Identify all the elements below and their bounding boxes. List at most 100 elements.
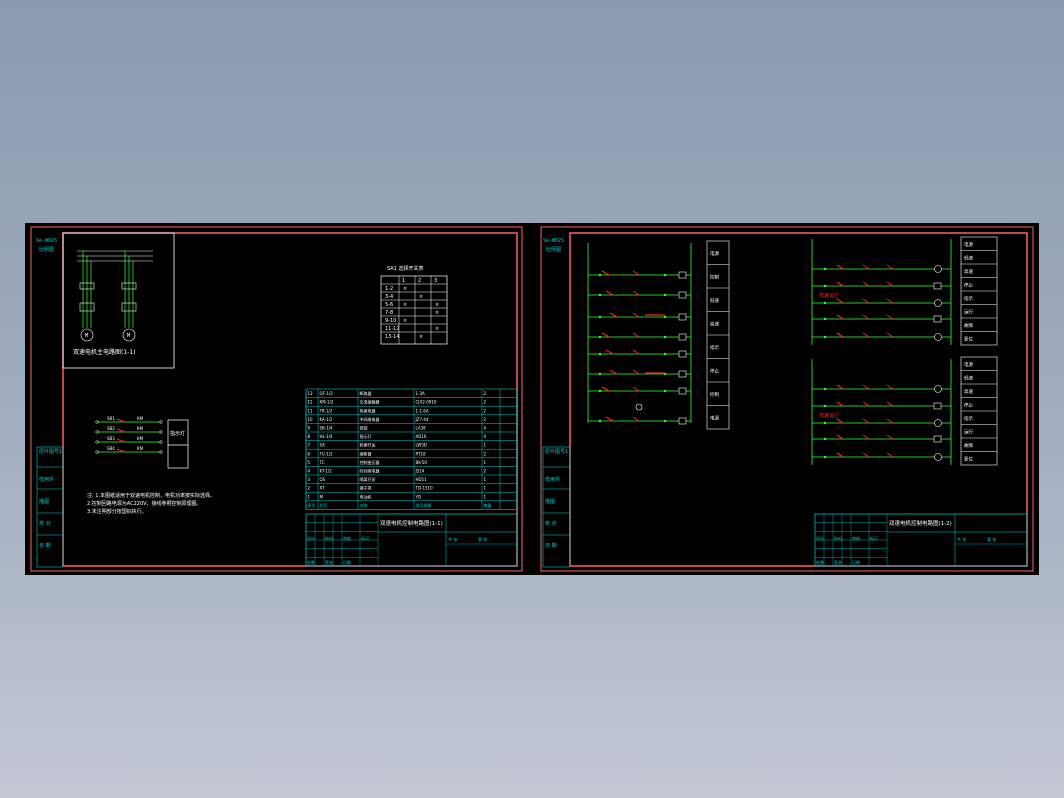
legend-item: 复位 <box>964 455 973 462</box>
legend-item: 电源 <box>964 241 973 248</box>
parts-cell: M <box>320 494 324 499</box>
parts-cell: 3 <box>308 477 311 482</box>
sheet-2-title-block: 双速电机控制电路图(1-2) 设计 校对 审核 标记处数 签名 日期 共 张 第 张 <box>814 513 1028 567</box>
parts-cell: QS <box>320 477 326 482</box>
note-line-2: 2.控制回路电源为AC220V，接线参照控制原理图。 <box>87 500 202 507</box>
contact-switch <box>116 418 126 423</box>
control-circuit-right-top: 低速运行 <box>811 239 952 345</box>
selector-cell: × <box>435 310 439 316</box>
parts-header: 型号规格 <box>416 502 432 508</box>
svg-text:M: M <box>127 333 130 339</box>
sheet-2-side-label-0: 原件图号1 <box>545 448 568 455</box>
sheet-1: Se-W02S 比例图 原件图号1 借用件 描图 校 对 日 期 M M 双速电… <box>30 226 523 572</box>
parts-cell: 熔断器 <box>360 450 372 456</box>
legend-item: 指示 <box>964 295 973 302</box>
parts-cell: 时间继电器 <box>360 468 380 474</box>
parts-cell: 热继电器 <box>360 407 376 413</box>
parts-cell: SA <box>320 443 326 448</box>
legend-item: 停止 <box>964 401 973 408</box>
title-cell: 签名 <box>325 559 333 565</box>
sheet-1-corner-note-2: 比例图 <box>39 246 54 253</box>
parts-cell: 指示灯 <box>360 433 372 439</box>
legend-item: 电源 <box>964 361 973 368</box>
sheet-1-outer-frame <box>30 226 523 572</box>
motor-caption: 双速电机主电路图(1-1) <box>73 348 135 356</box>
sheet-2-outer-frame <box>540 226 1034 572</box>
parts-header: 名称 <box>360 502 368 508</box>
parts-cell: TC <box>319 460 325 465</box>
parts-cell: KM-1/2 <box>320 400 334 405</box>
parts-cell: 控制变压器 <box>360 459 380 465</box>
note-line-3: 3.未注明部分按国标执行。 <box>87 508 147 515</box>
title-cell: 签名 <box>834 559 842 565</box>
parts-cell: KA-1/2 <box>320 417 334 422</box>
parts-cell: 按钮 <box>360 425 368 431</box>
parts-cell: YD <box>415 494 422 499</box>
selector-cell: 1-2 <box>385 286 393 292</box>
parts-list: 13 QF-1/2 断路器 1-3A 212 KM-1/2 交流接触器 CJX2-0910 21… <box>305 388 518 510</box>
contact-group: SB1 KM SB2 KM SB3 KM SB4 KM <box>95 416 163 454</box>
title-cell: 设计 <box>307 535 315 541</box>
parts-cell: 12 <box>308 400 314 405</box>
selector-cell: 13-14 <box>385 334 400 340</box>
parts-cell: 2 <box>484 391 487 396</box>
parts-cell: BK-50 <box>416 460 428 465</box>
parts-cell: 9 <box>308 426 311 431</box>
parts-cell: 1 <box>484 477 487 482</box>
parts-cell: FR-1/2 <box>320 408 333 413</box>
selector-cell: × <box>419 294 423 300</box>
legend-item: 复位 <box>964 335 973 342</box>
parts-cell: RT18 <box>416 451 426 456</box>
selector-cell: 5-6 <box>385 302 393 308</box>
parts-header: 序号 <box>308 502 316 508</box>
title-cell: 处数 <box>816 559 824 565</box>
sheet-2-side-label-2: 描图 <box>545 498 555 505</box>
sheet-2: Se-W02S 比例图 原件图号1 借用件 描图 校 对 日 期 电源控制低速高… <box>540 226 1034 572</box>
parts-cell: KT-1/2 <box>320 469 333 474</box>
sheet-2-side-strip <box>542 446 571 568</box>
selector-cell: 7-8 <box>385 310 393 316</box>
right-legend-bottom: 电源低速高速停止指示运行故障复位 <box>960 356 998 466</box>
parts-cell: 4 <box>308 469 311 474</box>
legend-item: 停止 <box>964 281 973 288</box>
selector-cell: × <box>435 326 439 332</box>
parts-cell: 1 <box>484 494 487 499</box>
selector-cell: 11-12 <box>385 326 400 332</box>
legend-item: 故障 <box>964 442 973 449</box>
contact-label: SB4 <box>107 446 115 451</box>
title-cell: 第 张 <box>478 536 487 542</box>
parts-cell: LA38 <box>416 426 427 431</box>
title-cell: 第 张 <box>987 536 996 542</box>
sheet-1-corner-note: Se-W02S <box>36 238 57 244</box>
parts-cell: JS14 <box>415 469 425 474</box>
left-legend: 电源控制低速高速指示停止控制电源 <box>706 240 730 430</box>
selector-table: SA1 选择开关表 1 2 31-2 ×3-4 ×5-6 × ×7-8 ×9-10 ×11-12… <box>380 265 448 345</box>
indicator-box <box>167 419 189 469</box>
parts-cell: 2 <box>484 408 487 413</box>
svg-text:KM: KM <box>137 436 144 441</box>
selector-header: 2 <box>418 278 421 284</box>
selector-cell: × <box>403 286 407 292</box>
parts-cell: 电动机 <box>360 493 372 499</box>
parts-cell: 1 <box>484 486 487 491</box>
parts-cell: 10 <box>308 417 314 422</box>
sheet-2-corner-note-2: 比例图 <box>546 246 561 253</box>
parts-header: 数量 <box>484 502 492 508</box>
parts-cell: AD16 <box>416 434 427 439</box>
parts-cell: LW5D <box>416 443 427 448</box>
sheet-2-side-label-3: 校 对 <box>545 520 557 527</box>
sheet-2-inner-border <box>569 232 1028 567</box>
parts-cell: TD-1510 <box>415 486 434 491</box>
svg-text:KM: KM <box>137 446 144 451</box>
selector-cell: × <box>435 302 439 308</box>
cad-viewport[interactable]: Se-W02S 比例图 原件图号1 借用件 描图 校 对 日 期 M M 双速电… <box>25 223 1039 575</box>
parts-cell: 1 <box>484 443 487 448</box>
legend-item: 电源 <box>710 414 719 421</box>
sheet-1-side-label-3: 校 对 <box>39 520 51 527</box>
sheet-2-corner-note: Se-W02S <box>543 238 564 244</box>
parts-cell: 7 <box>308 443 311 448</box>
selector-cell: × <box>419 334 423 340</box>
legend-item: 低速 <box>710 297 719 304</box>
title-cell: 设计 <box>816 535 824 541</box>
contact-switch <box>116 428 126 433</box>
